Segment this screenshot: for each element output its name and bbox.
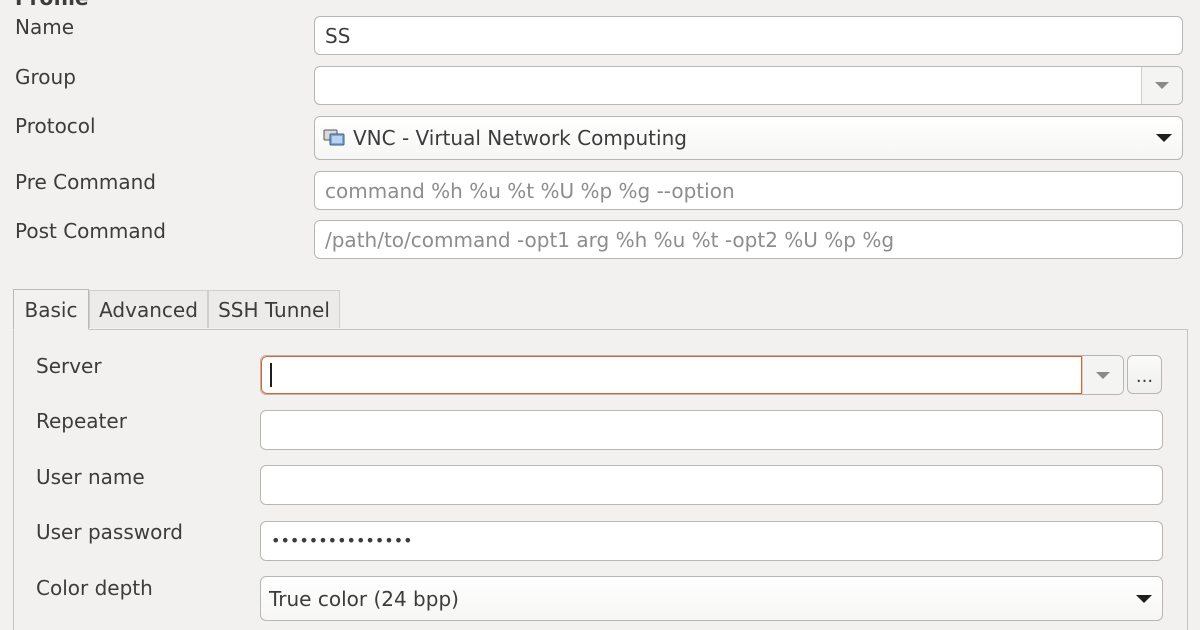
repeater-field[interactable]: [260, 410, 1163, 450]
tab-advanced[interactable]: Advanced: [89, 290, 208, 328]
tab-ssh-tunnel[interactable]: SSH Tunnel: [208, 290, 340, 328]
vnc-icon: [323, 129, 345, 146]
text-cursor: [270, 363, 272, 387]
chevron-down-icon: [1096, 371, 1110, 379]
group-dropdown-button[interactable]: [1141, 67, 1182, 104]
color-depth-value: True color (24 bpp): [269, 586, 459, 611]
server-dropdown-button[interactable]: [1082, 356, 1123, 394]
pre-command-placeholder: command %h %u %t %U %p %g --option: [325, 178, 735, 203]
chevron-down-icon: [1155, 82, 1169, 89]
server-browse-button[interactable]: ...: [1127, 355, 1162, 394]
section-title: Profile: [15, 0, 89, 8]
server-input[interactable]: [261, 356, 1082, 394]
protocol-value: VNC - Virtual Network Computing: [353, 126, 687, 150]
remote-profile-editor: Profile Name SS Group Protocol VNC - Vir…: [0, 0, 1200, 630]
password-field[interactable]: •••••••••••••••: [260, 521, 1163, 561]
username-field[interactable]: [260, 465, 1163, 505]
group-input[interactable]: [315, 67, 1141, 104]
color-depth-label: Color depth: [36, 576, 153, 600]
password-label: User password: [36, 520, 183, 544]
server-combo[interactable]: [260, 355, 1124, 395]
protocol-select[interactable]: VNC - Virtual Network Computing: [314, 116, 1183, 160]
password-value: •••••••••••••••: [271, 531, 413, 550]
group-label: Group: [15, 65, 76, 89]
pre-command-label: Pre Command: [15, 170, 156, 194]
username-label: User name: [36, 465, 145, 489]
color-depth-select[interactable]: True color (24 bpp): [260, 576, 1163, 621]
post-command-label: Post Command: [15, 219, 166, 243]
name-value: SS: [325, 23, 351, 48]
post-command-placeholder: /path/to/command -opt1 arg %h %u %t -opt…: [325, 227, 895, 252]
pre-command-field[interactable]: command %h %u %t %U %p %g --option: [314, 171, 1183, 210]
chevron-down-icon: [1156, 134, 1172, 142]
protocol-label: Protocol: [15, 114, 96, 138]
server-label: Server: [36, 354, 102, 378]
post-command-field[interactable]: /path/to/command -opt1 arg %h %u %t -opt…: [314, 220, 1183, 259]
name-field[interactable]: SS: [314, 16, 1183, 55]
repeater-label: Repeater: [36, 409, 127, 433]
group-combo[interactable]: [314, 66, 1183, 105]
name-label: Name: [15, 15, 75, 39]
tab-basic[interactable]: Basic: [13, 289, 89, 330]
chevron-down-icon: [1136, 594, 1152, 603]
